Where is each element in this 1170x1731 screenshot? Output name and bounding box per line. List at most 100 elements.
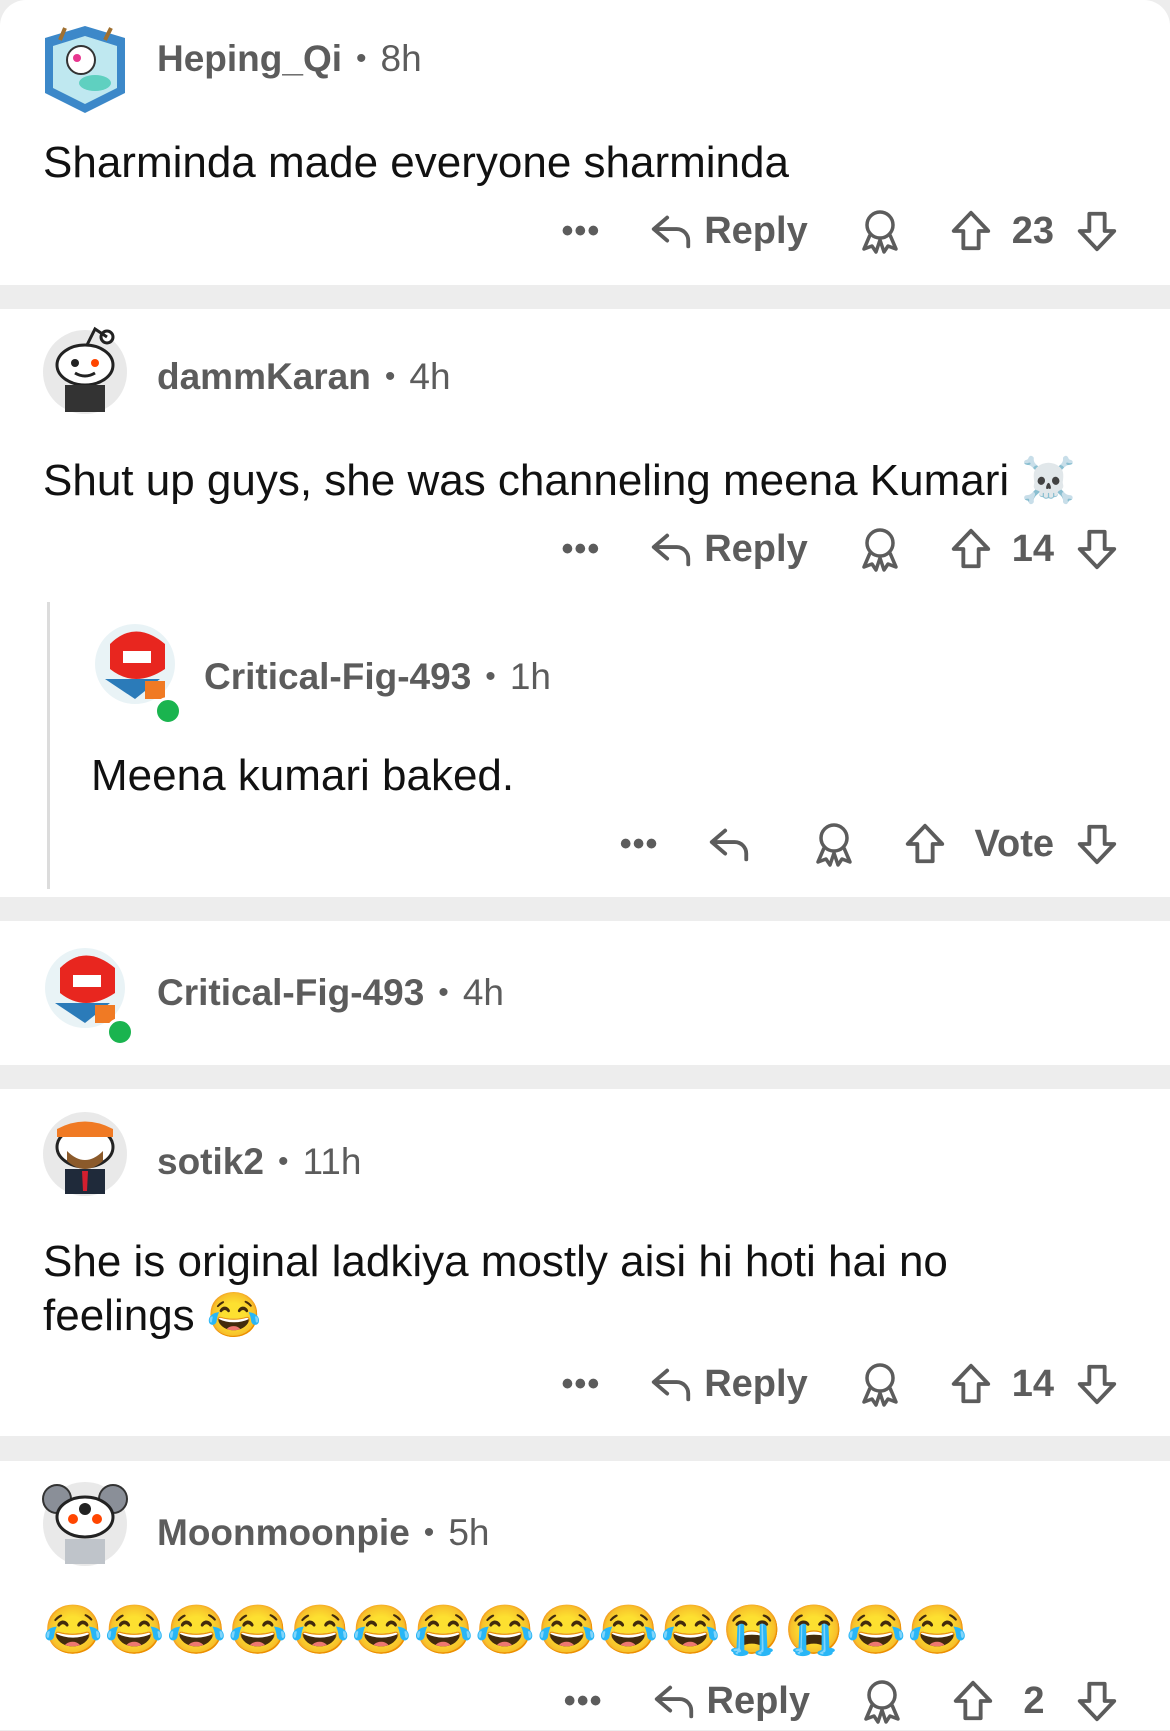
separator-dot: • bbox=[277, 1145, 289, 1178]
comment-text-content: She is original ladkiya mostly aisi hi h… bbox=[43, 1237, 948, 1340]
reply-button[interactable]: Reply bbox=[648, 208, 808, 254]
upvote-button[interactable] bbox=[948, 526, 994, 572]
upvote-button[interactable] bbox=[902, 821, 948, 867]
comment-meta: Moonmoonpie • 5h bbox=[157, 1512, 489, 1554]
collapsed-comment-card[interactable]: Critical-Fig-493 • 4h bbox=[0, 921, 1170, 1065]
reply-button[interactable]: Reply bbox=[648, 1361, 808, 1407]
downvote-button[interactable] bbox=[1074, 1678, 1120, 1724]
separator-dot: • bbox=[356, 42, 367, 75]
upvote-button[interactable] bbox=[950, 1678, 996, 1724]
award-button[interactable] bbox=[856, 525, 904, 573]
upvote-icon bbox=[902, 821, 948, 867]
vote-score: 14 bbox=[1011, 527, 1054, 570]
comment-actions: ••• Reply 23 bbox=[562, 201, 1120, 261]
username[interactable]: Critical-Fig-493 bbox=[157, 972, 424, 1014]
username[interactable]: Heping_Qi bbox=[157, 38, 342, 80]
comment-actions: ••• Reply 14 bbox=[562, 519, 1120, 579]
comment-actions: ••• Vote bbox=[620, 814, 1120, 874]
award-icon bbox=[856, 207, 904, 255]
award-button[interactable] bbox=[810, 820, 858, 868]
reply-icon bbox=[706, 821, 752, 867]
comment-meta: sotik2 • 11h bbox=[157, 1141, 361, 1183]
reply-label: Reply bbox=[706, 1679, 810, 1722]
comment-card: Moonmoonpie • 5h 😂😂😂😂😂😂😂😂😂😂😂😭😭😂😂 ••• Rep… bbox=[0, 1461, 1170, 1730]
more-options-button[interactable]: ••• bbox=[564, 1682, 603, 1721]
downvote-icon bbox=[1074, 208, 1120, 254]
comment-text: Shut up guys, she was channeling meena K… bbox=[43, 454, 1076, 508]
username[interactable]: dammKaran bbox=[157, 356, 371, 398]
timestamp: 4h bbox=[462, 972, 504, 1013]
comment-card: dammKaran • 4h Shut up guys, she was cha… bbox=[0, 309, 1170, 897]
more-options-button[interactable]: ••• bbox=[562, 1365, 601, 1404]
upvote-icon bbox=[948, 208, 994, 254]
downvote-icon bbox=[1074, 1678, 1120, 1724]
comment-text: She is original ladkiya mostly aisi hi h… bbox=[43, 1235, 1023, 1343]
comment-meta: Critical-Fig-493 • 1h bbox=[204, 656, 551, 698]
award-button[interactable] bbox=[856, 207, 904, 255]
award-icon bbox=[856, 1360, 904, 1408]
downvote-icon bbox=[1074, 1361, 1120, 1407]
vote-label: Vote bbox=[974, 822, 1054, 865]
separator-dot: • bbox=[423, 1516, 435, 1549]
comment-card: Heping_Qi • 8h Sharminda made everyone s… bbox=[0, 0, 1170, 285]
comment-text-content: Shut up guys, she was channeling meena K… bbox=[43, 456, 1010, 505]
online-status-indicator bbox=[106, 1018, 134, 1046]
vote-score: 23 bbox=[1011, 209, 1054, 252]
award-button[interactable] bbox=[858, 1677, 906, 1725]
user-avatar-icon[interactable] bbox=[85, 609, 185, 709]
award-icon bbox=[858, 1677, 906, 1725]
timestamp: 4h bbox=[409, 356, 451, 397]
comment-card: sotik2 • 11h She is original ladkiya mos… bbox=[0, 1089, 1170, 1436]
user-avatar-icon[interactable] bbox=[35, 1099, 135, 1199]
reply-button[interactable]: Reply bbox=[651, 1678, 810, 1724]
comment-meta: Heping_Qi • 8h bbox=[157, 38, 422, 80]
reply-icon bbox=[648, 526, 694, 572]
upvote-icon bbox=[948, 526, 994, 572]
comment-meta: Critical-Fig-493 • 4h bbox=[157, 972, 504, 1014]
more-options-button[interactable]: ••• bbox=[562, 212, 601, 251]
reply-label: Reply bbox=[704, 1362, 808, 1405]
thread-line[interactable] bbox=[47, 602, 50, 889]
comment-text: Meena kumari baked. bbox=[91, 751, 515, 800]
downvote-button[interactable] bbox=[1074, 526, 1120, 572]
comment-meta: dammKaran • 4h bbox=[157, 356, 451, 398]
timestamp: 8h bbox=[380, 38, 422, 79]
vote-score: 2 bbox=[1023, 1679, 1045, 1722]
comment-actions: ••• Reply 14 bbox=[562, 1354, 1120, 1414]
more-options-button[interactable]: ••• bbox=[562, 530, 601, 569]
emoji-text: 😂😂😂😂😂😂😂😂😂😂😂😭😭😂😂 bbox=[43, 1604, 970, 1657]
laughing-emoji: 😂 bbox=[206, 1291, 262, 1340]
upvote-icon bbox=[950, 1678, 996, 1724]
reply-icon bbox=[651, 1678, 697, 1724]
award-button[interactable] bbox=[856, 1360, 904, 1408]
downvote-button[interactable] bbox=[1074, 208, 1120, 254]
upvote-button[interactable] bbox=[948, 208, 994, 254]
user-avatar-icon[interactable] bbox=[35, 18, 135, 118]
award-icon bbox=[856, 525, 904, 573]
comment-actions: ••• Reply 2 bbox=[564, 1671, 1120, 1731]
vote-score: 14 bbox=[1011, 1362, 1054, 1405]
username[interactable]: Moonmoonpie bbox=[157, 1512, 410, 1554]
user-avatar-icon[interactable] bbox=[35, 1469, 135, 1569]
downvote-icon bbox=[1074, 526, 1120, 572]
downvote-icon bbox=[1074, 821, 1120, 867]
username[interactable]: sotik2 bbox=[157, 1141, 264, 1183]
upvote-icon bbox=[948, 1361, 994, 1407]
reply-button[interactable]: Reply bbox=[648, 526, 808, 572]
reply-button[interactable] bbox=[706, 821, 762, 867]
user-avatar-icon[interactable] bbox=[35, 317, 135, 417]
downvote-button[interactable] bbox=[1074, 821, 1120, 867]
reply-label: Reply bbox=[704, 209, 808, 252]
downvote-button[interactable] bbox=[1074, 1361, 1120, 1407]
upvote-button[interactable] bbox=[948, 1361, 994, 1407]
username[interactable]: Critical-Fig-493 bbox=[204, 656, 471, 698]
timestamp: 1h bbox=[509, 656, 551, 697]
separator-dot: • bbox=[384, 360, 396, 393]
comment-text: Sharminda made everyone sharminda bbox=[43, 138, 789, 187]
more-options-button[interactable]: ••• bbox=[620, 825, 659, 864]
skull-emoji: ☠️ bbox=[1021, 456, 1077, 505]
separator-dot: • bbox=[438, 976, 449, 1009]
separator-dot: • bbox=[485, 660, 496, 693]
online-status-indicator bbox=[154, 697, 182, 725]
reply-icon bbox=[648, 1361, 694, 1407]
